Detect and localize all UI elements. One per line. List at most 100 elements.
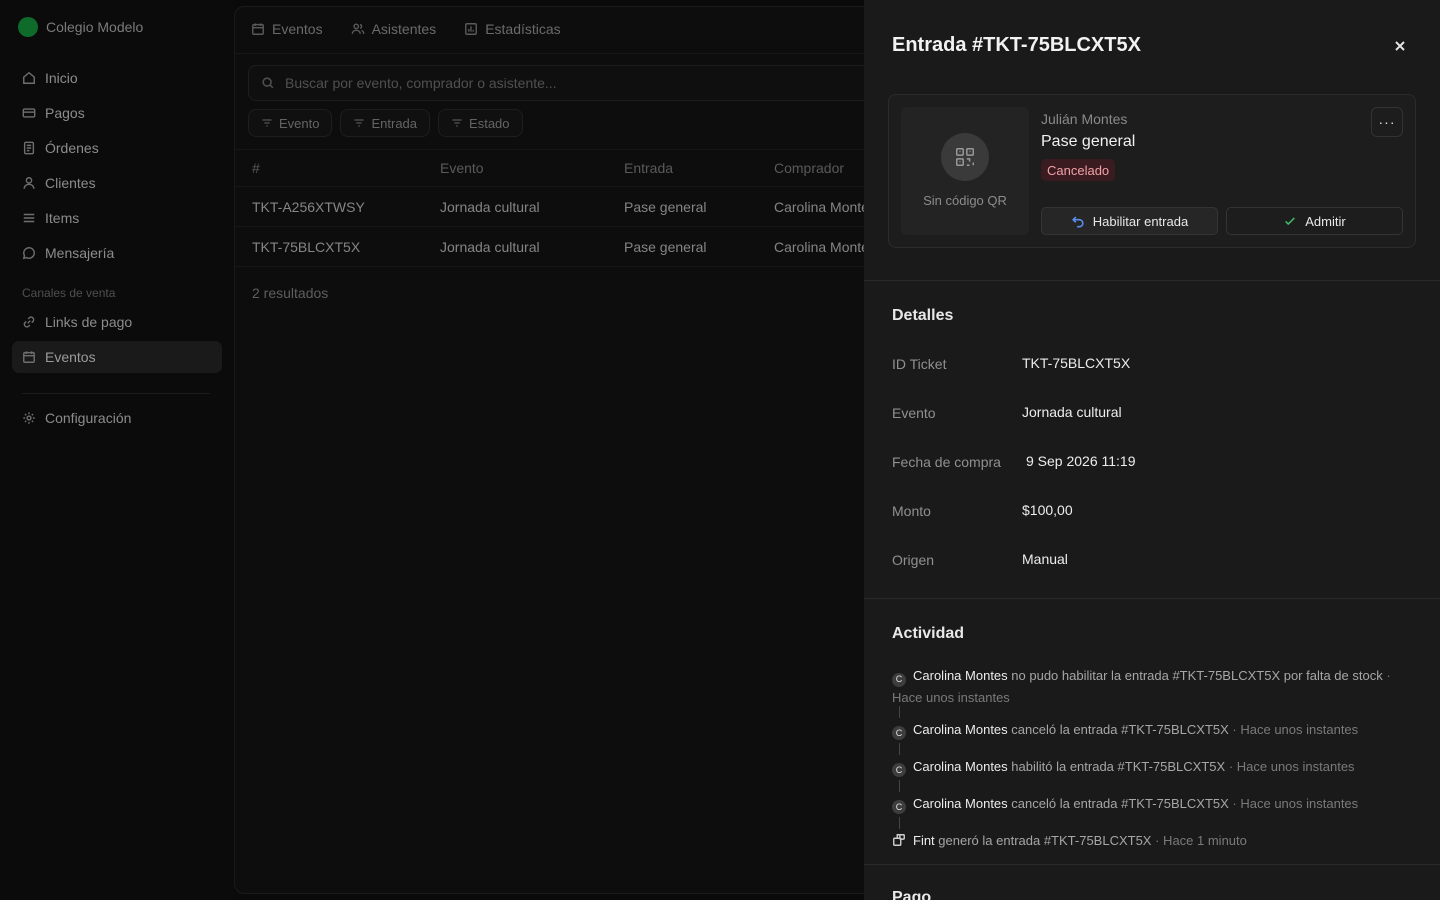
table-header: # Evento Entrada Comprador: [235, 149, 935, 187]
filter-evento[interactable]: Evento: [248, 109, 333, 137]
org-logo: [18, 17, 38, 37]
search-box: [248, 65, 948, 101]
timeline-connector: [899, 817, 900, 829]
orders-icon: [22, 141, 36, 155]
table-cell: Pase general: [624, 238, 707, 255]
search-input[interactable]: [285, 75, 885, 91]
table-row[interactable]: TKT-A256XTWSY Jornada cultural Pase gene…: [235, 187, 935, 227]
sidebar-item-eventos[interactable]: Eventos: [12, 341, 222, 373]
detail-label: Fecha de compra: [892, 454, 1001, 470]
filter-icon: [354, 119, 364, 127]
activity-time: · Hace 1 minuto: [1155, 833, 1247, 848]
sidebar-item-inicio[interactable]: Inicio: [12, 62, 222, 94]
filter-label: Estado: [469, 115, 510, 131]
table-row[interactable]: TKT-75BLCXT5X Jornada cultural Pase gene…: [235, 227, 935, 267]
sidebar-item-items[interactable]: Items: [12, 202, 222, 234]
activity-item: C Carolina Montes canceló la entrada #TKT…: [892, 796, 1358, 814]
sidebar-item-label: Órdenes: [45, 140, 99, 156]
activity-text: habilitó la entrada #TKT-75BLCXT5X: [1011, 759, 1226, 774]
ticket-type: Pase general: [1041, 133, 1136, 150]
tab-estadisticas[interactable]: Estadísticas: [464, 21, 561, 37]
qr-label: Sin código QR: [923, 193, 1007, 208]
detail-label: Evento: [892, 405, 936, 421]
activity-text: canceló la entrada #TKT-75BLCXT5X: [1011, 796, 1229, 811]
sidebar-item-mensajeria[interactable]: Mensajería: [12, 237, 222, 269]
main-nav: Inicio Pagos Órdenes Clientes Items Mens…: [12, 62, 222, 272]
sidebar: Colegio Modelo Inicio Pagos Órdenes Clie…: [0, 0, 234, 900]
detail-label: Monto: [892, 503, 931, 519]
activity-actor: Carolina Montes: [913, 759, 1008, 774]
results-count: 2 resultados: [252, 285, 329, 301]
tab-label: Asistentes: [371, 21, 437, 37]
button-label: Habilitar entrada: [1092, 213, 1189, 229]
org-name: Colegio Modelo: [46, 19, 144, 35]
fint-logo-icon: [892, 833, 906, 847]
payment-title: Pago: [892, 889, 932, 900]
detail-label: ID Ticket: [892, 356, 947, 372]
activity-time: · Hace unos instantes: [1228, 759, 1355, 774]
column-header[interactable]: Entrada: [624, 160, 774, 176]
sidebar-item-configuracion[interactable]: Configuración: [12, 402, 222, 434]
card-icon: [22, 106, 36, 120]
sidebar-item-label: Configuración: [45, 410, 132, 426]
filter-bar: Evento Entrada Estado: [248, 109, 523, 137]
more-options-button[interactable]: ···: [1371, 107, 1403, 137]
check-icon: [1285, 217, 1296, 226]
details-title: Detalles: [892, 307, 954, 324]
sidebar-item-label: Mensajería: [45, 245, 115, 261]
avatar: C: [892, 672, 906, 687]
table-cell: TKT-A256XTWSY: [252, 198, 365, 215]
table-cell: Pase general: [624, 198, 707, 215]
detail-value: Jornada cultural: [1022, 404, 1122, 420]
column-header[interactable]: #: [235, 160, 440, 176]
sidebar-divider: [22, 393, 210, 394]
calendar-icon: [22, 350, 36, 364]
close-button[interactable]: [1390, 36, 1410, 56]
user-icon: [22, 176, 36, 190]
sidebar-item-clientes[interactable]: Clientes: [12, 167, 222, 199]
qr-placeholder: Sin código QR: [901, 107, 1029, 235]
ticket-holder: Julián Montes: [1041, 111, 1128, 127]
activity-text: generó la entrada #TKT-75BLCXT5X: [938, 833, 1152, 848]
timeline-connector: [899, 743, 900, 755]
section-divider: [864, 864, 1440, 865]
settings-nav: Configuración: [12, 402, 222, 437]
org-switcher[interactable]: Colegio Modelo: [18, 17, 143, 37]
sidebar-item-pagos[interactable]: Pagos: [12, 97, 222, 129]
column-header[interactable]: Evento: [440, 160, 624, 176]
timeline-connector: [899, 780, 900, 792]
detail-value: $100,00: [1022, 502, 1073, 518]
undo-icon: [1071, 216, 1084, 228]
activity-item: C Carolina Montes no pudo habilitar la en…: [892, 665, 1412, 708]
table-cell: Jornada cultural: [440, 238, 540, 255]
tab-bar: Eventos Asistentes Estadísticas: [251, 21, 561, 37]
status-badge: Cancelado: [1041, 159, 1116, 181]
section-divider: [864, 280, 1440, 281]
sidebar-item-label: Eventos: [45, 349, 96, 365]
button-label: Admitir: [1305, 213, 1346, 229]
tab-eventos[interactable]: Eventos: [251, 21, 323, 37]
filter-entrada[interactable]: Entrada: [340, 109, 431, 137]
filter-label: Evento: [279, 115, 320, 131]
activity-actor: Fint: [913, 833, 935, 848]
close-icon: [1395, 41, 1405, 51]
activity-item: Fint generó la entrada #TKT-75BLCXT5X · …: [892, 833, 1247, 848]
avatar: C: [892, 763, 906, 777]
avatar: C: [892, 800, 906, 814]
sidebar-item-links-de-pago[interactable]: Links de pago: [12, 306, 222, 338]
sidebar-item-ordenes[interactable]: Órdenes: [12, 132, 222, 164]
more-icon: ···: [1378, 114, 1396, 130]
filter-estado[interactable]: Estado: [438, 109, 523, 137]
enable-ticket-button[interactable]: Habilitar entrada: [1041, 207, 1218, 235]
table-cell: Jornada cultural: [440, 198, 540, 215]
filter-label: Entrada: [371, 115, 418, 131]
qr-icon-circle: [941, 133, 989, 181]
activity-time: · Hace unos instantes: [1232, 796, 1359, 811]
admit-button[interactable]: Admitir: [1226, 207, 1403, 235]
filter-icon: [262, 119, 272, 127]
section-label-channels: Canales de venta: [22, 286, 116, 300]
activity-actor: Carolina Montes: [913, 722, 1008, 737]
tickets-table: # Evento Entrada Comprador TKT-A256XTWSY…: [235, 149, 935, 267]
filter-icon: [452, 119, 462, 127]
tab-asistentes[interactable]: Asistentes: [351, 21, 437, 37]
